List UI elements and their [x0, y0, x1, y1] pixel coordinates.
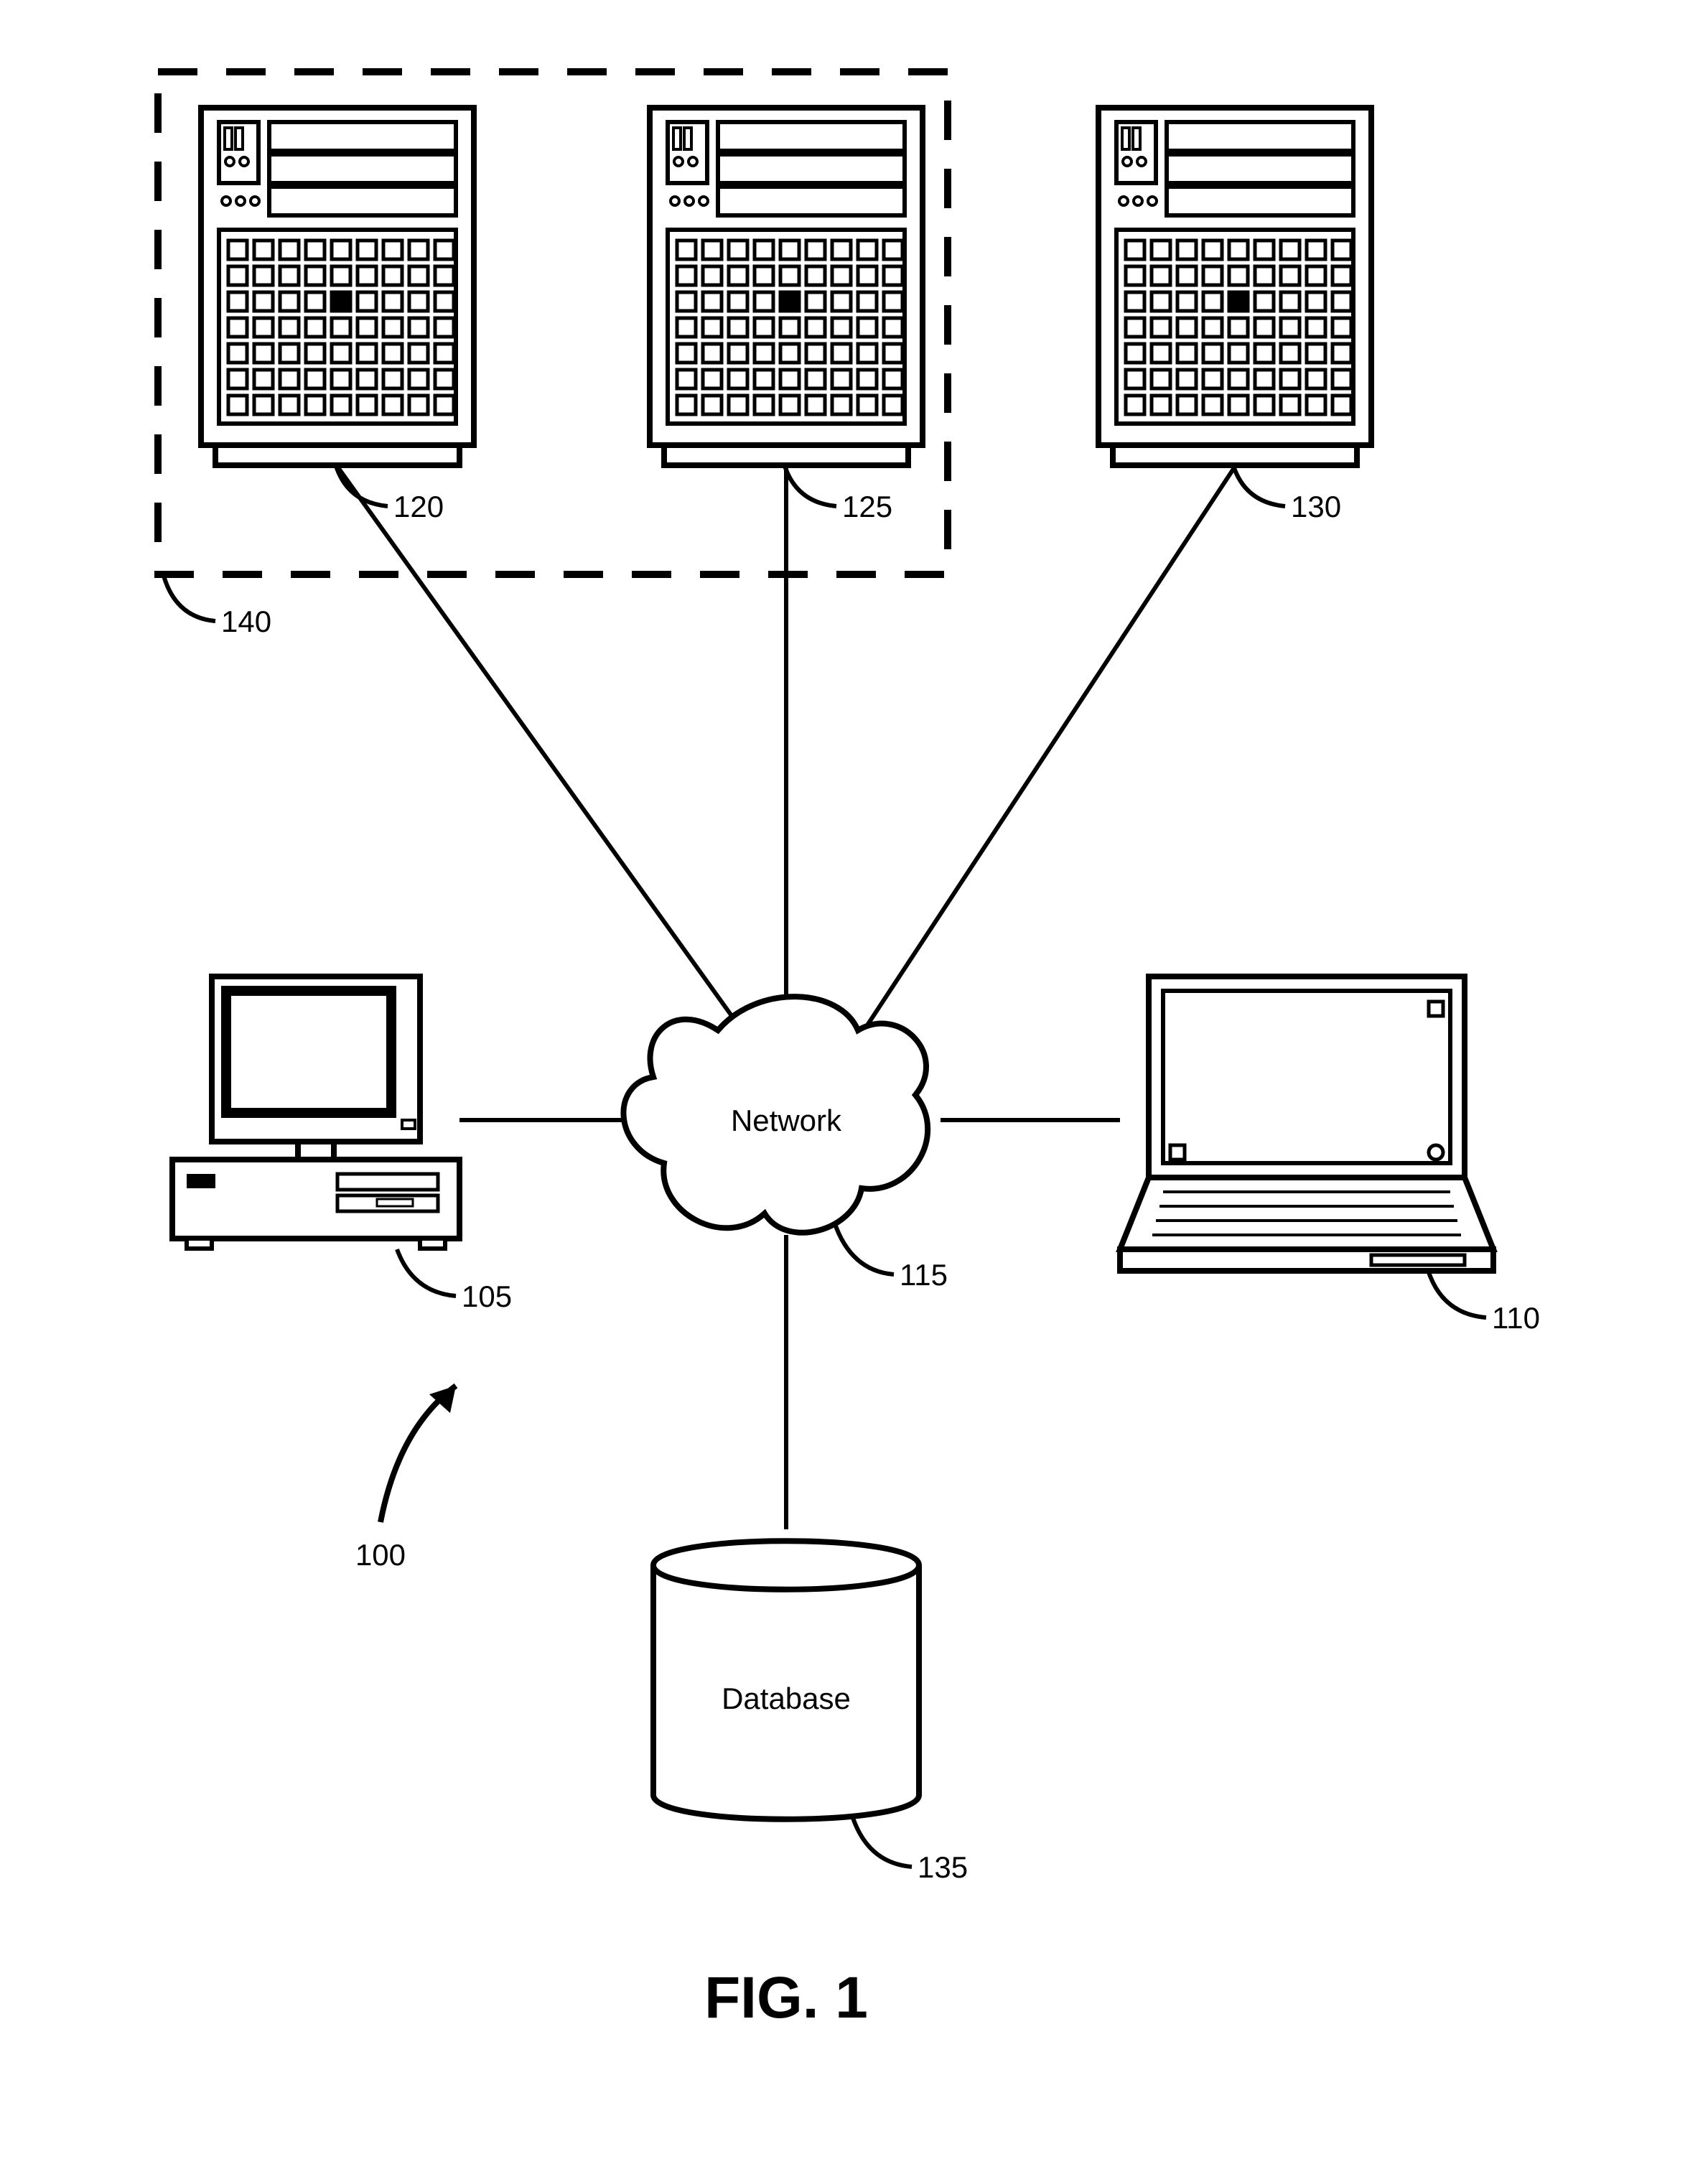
figure-svg: Network Database 120 125 130 140 105 110… [0, 0, 1708, 2159]
system-arrow-icon [381, 1386, 456, 1522]
figure-title: FIG. 1 [704, 1965, 868, 2030]
ref-server-a: 120 [393, 490, 444, 523]
ref-cluster: 140 [221, 605, 271, 638]
server-b-icon [650, 108, 923, 465]
server-a-icon [201, 108, 474, 465]
ref-server-c: 130 [1291, 490, 1341, 523]
database-label: Database [722, 1682, 851, 1715]
ref-laptop: 110 [1492, 1301, 1540, 1335]
network-label: Network [731, 1104, 842, 1137]
ref-database: 135 [918, 1850, 968, 1884]
network-cloud-icon: Network [623, 997, 928, 1233]
database-icon: Database [653, 1541, 919, 1819]
ref-network: 115 [900, 1258, 948, 1292]
ref-desktop: 105 [462, 1279, 512, 1313]
server-c-icon [1098, 108, 1371, 465]
ref-server-b: 125 [842, 490, 892, 523]
desktop-icon [172, 976, 459, 1249]
laptop-icon [1120, 976, 1493, 1271]
ref-system: 100 [355, 1538, 406, 1572]
